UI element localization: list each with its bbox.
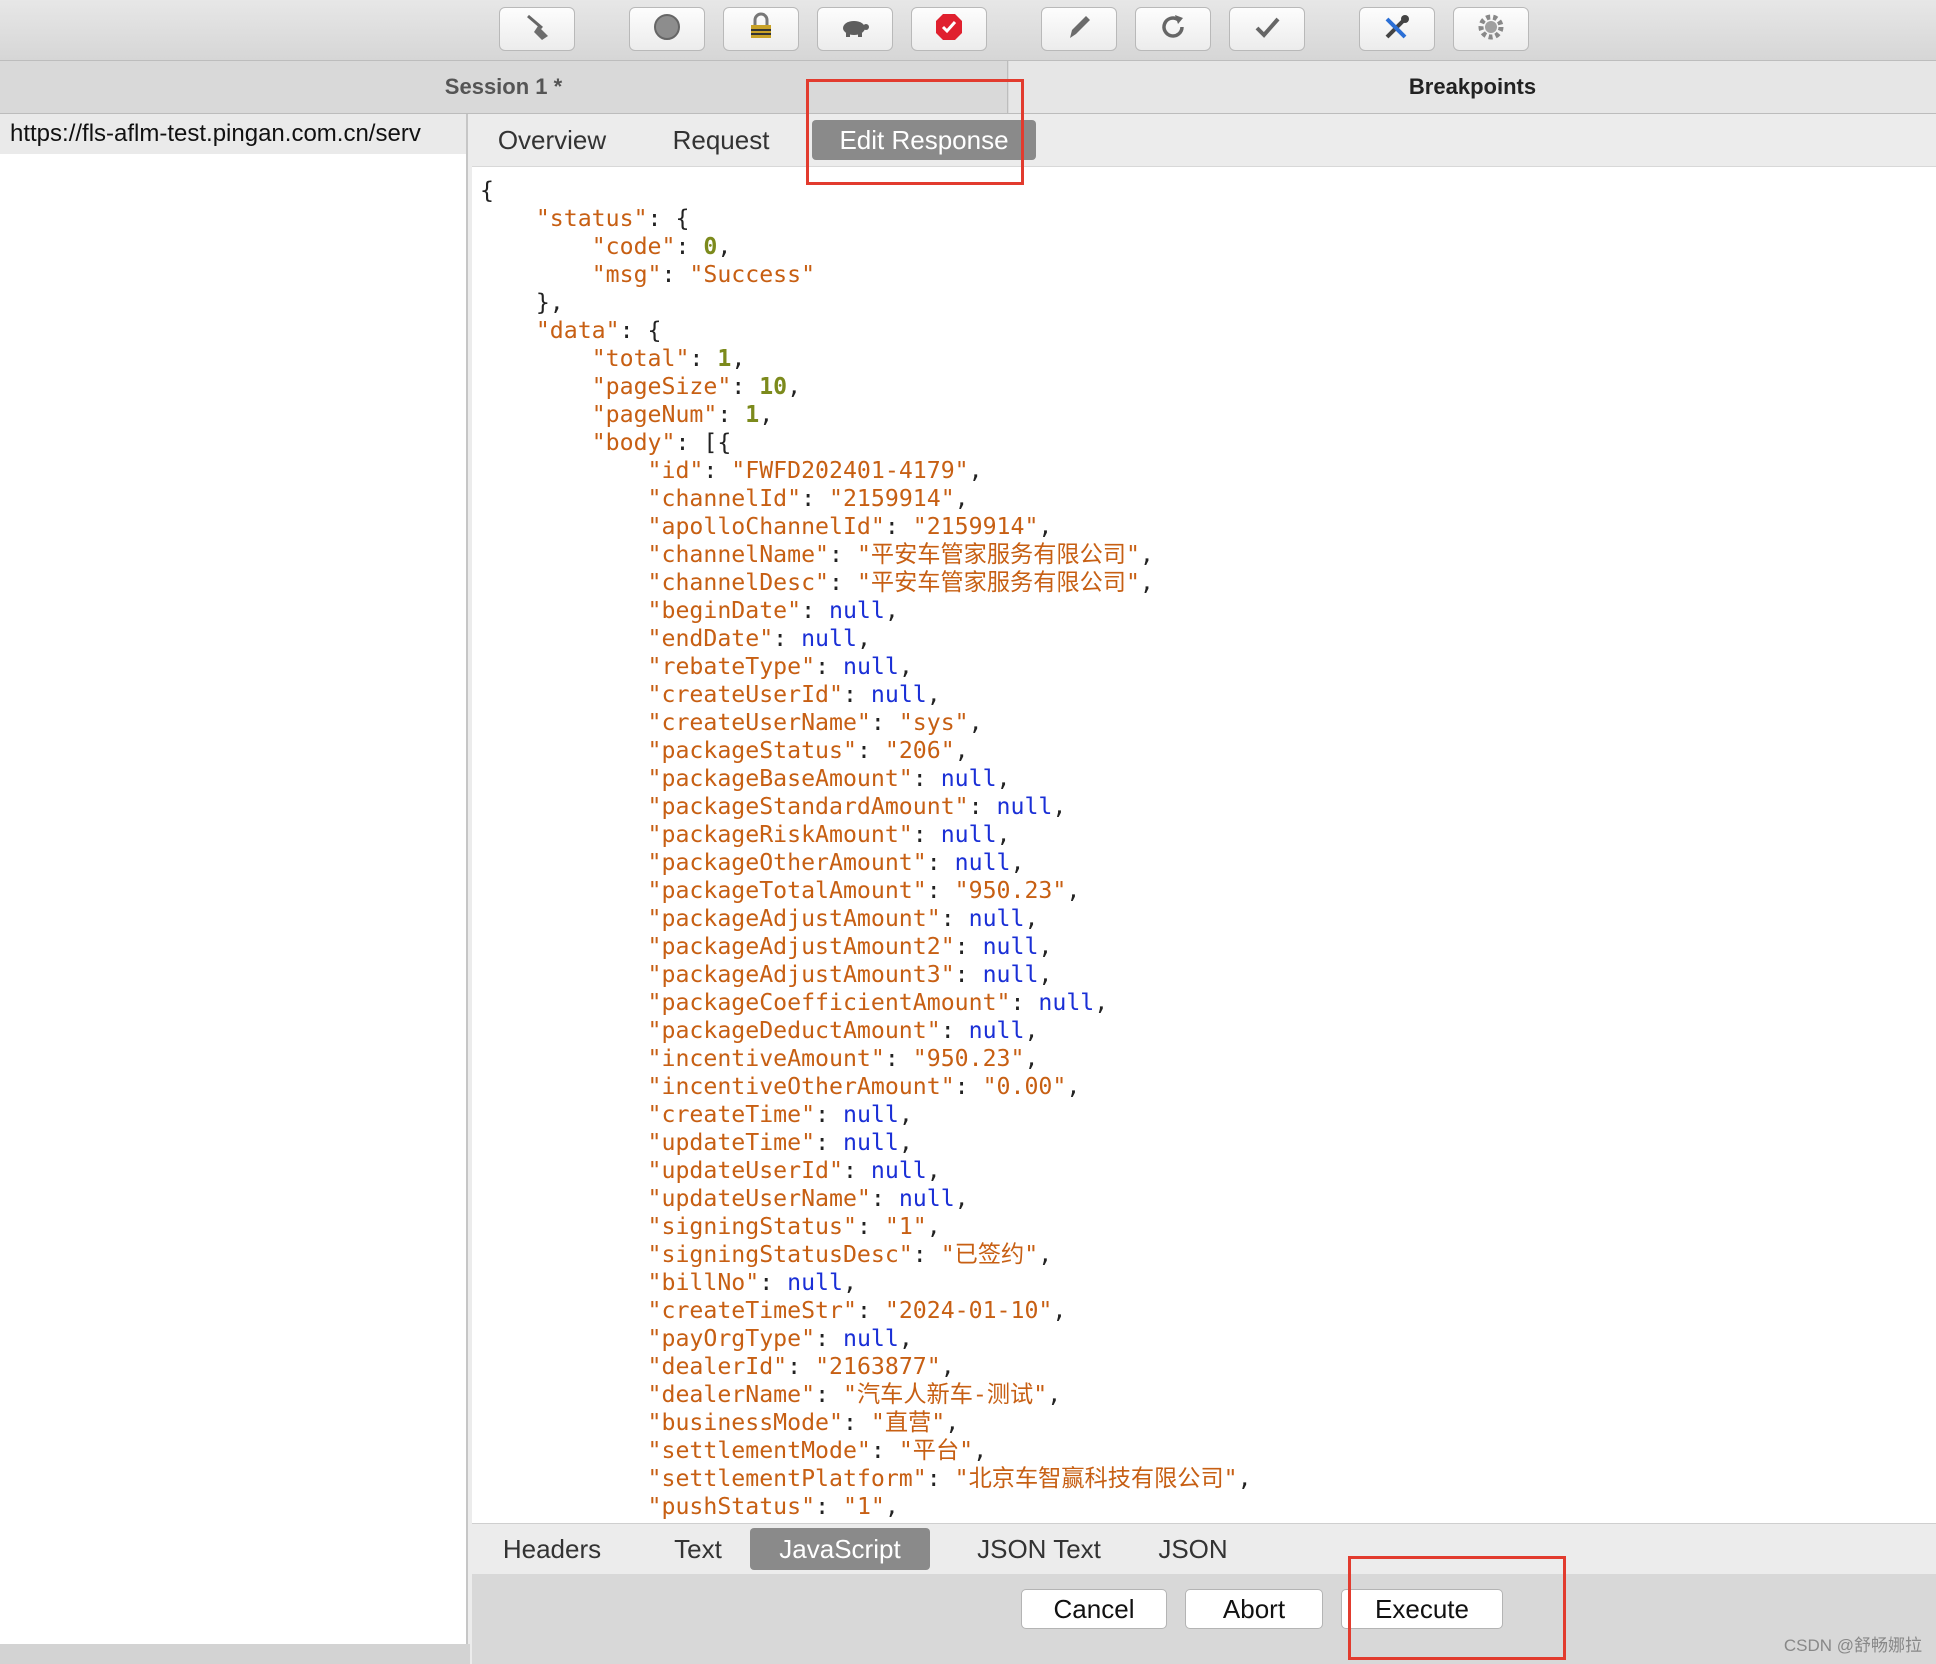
clear-session-button[interactable] [499, 7, 575, 51]
tab-overview[interactable]: Overview [492, 120, 612, 160]
tools-icon [1380, 10, 1414, 49]
json-code[interactable]: { "status": { "code": 0, "msg": "Success… [472, 167, 1936, 1521]
checkmark-icon [1250, 10, 1284, 49]
watermark: CSDN @舒畅娜拉 [1783, 1636, 1922, 1655]
turtle-throttle-icon [838, 10, 872, 49]
tools-button[interactable] [1359, 7, 1435, 51]
action-bar: Cancel Abort Execute [472, 1574, 1936, 1664]
ssl-proxying-button[interactable] [723, 7, 799, 51]
tab-javascript[interactable]: JavaScript [750, 1528, 930, 1570]
request-list-pane: https://fls-aflm-test.pingan.com.cn/serv [0, 114, 468, 1644]
tab-json[interactable]: JSON [1150, 1528, 1236, 1570]
tab-request[interactable]: Request [664, 120, 778, 160]
pen-compose-icon [1062, 10, 1096, 49]
tab-edit-response[interactable]: Edit Response [812, 120, 1036, 160]
repeat-button[interactable] [1135, 7, 1211, 51]
throttle-button[interactable] [817, 7, 893, 51]
tab-text[interactable]: Text [658, 1528, 738, 1570]
response-editor[interactable]: { "status": { "code": 0, "msg": "Success… [472, 167, 1936, 1523]
broom-icon [520, 10, 554, 49]
validate-button[interactable] [1229, 7, 1305, 51]
tab-json-text[interactable]: JSON Text [958, 1528, 1120, 1570]
breakpoint-tabs: Overview Request Edit Response [472, 114, 1936, 167]
breakpoints-toggle-button[interactable] [911, 7, 987, 51]
ssl-lock-icon [744, 10, 778, 49]
settings-gear-icon [1474, 10, 1508, 49]
record-icon [650, 10, 684, 49]
header-row: Session 1 * Breakpoints [0, 61, 1936, 114]
record-button[interactable] [629, 7, 705, 51]
request-url-row[interactable]: https://fls-aflm-test.pingan.com.cn/serv [0, 114, 466, 154]
compose-button[interactable] [1041, 7, 1117, 51]
breakpoint-icon [932, 10, 966, 49]
session-tab[interactable]: Session 1 * [0, 61, 1008, 113]
abort-button[interactable]: Abort [1185, 1589, 1323, 1629]
toolbar [0, 0, 1936, 61]
left-pane-footer [0, 1644, 470, 1664]
tab-headers[interactable]: Headers [500, 1528, 604, 1570]
cancel-button[interactable]: Cancel [1021, 1589, 1167, 1629]
execute-button[interactable]: Execute [1341, 1589, 1503, 1629]
breakpoints-window-title: Breakpoints [1009, 61, 1936, 113]
settings-button[interactable] [1453, 7, 1529, 51]
body-format-tabs: Headers Text JavaScript JSON Text JSON [472, 1523, 1936, 1574]
refresh-icon [1156, 10, 1190, 49]
